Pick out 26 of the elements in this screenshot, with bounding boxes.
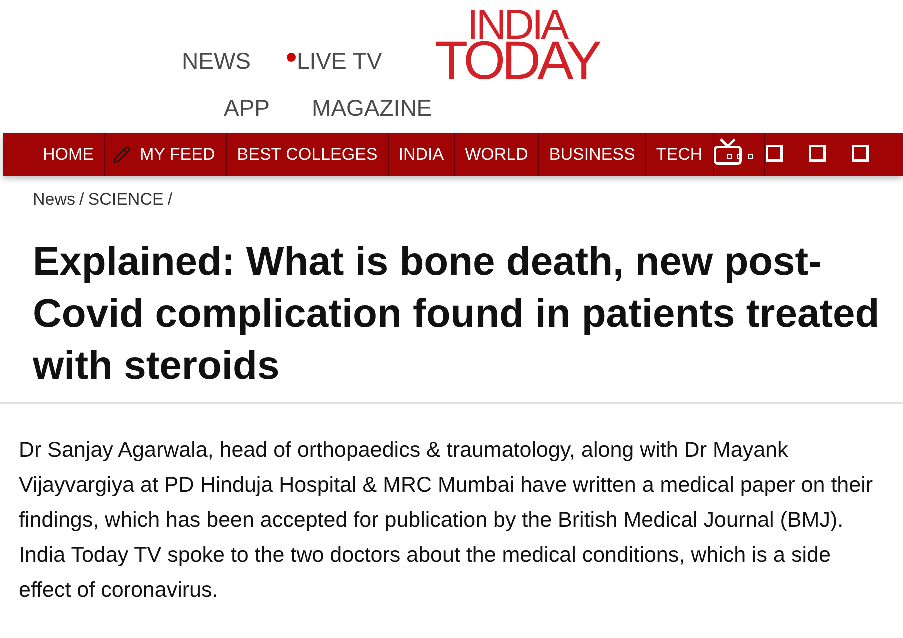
pencil-icon [113,146,131,164]
square-icon[interactable] [766,144,783,162]
nav-link[interactable]: INDIA [388,133,456,176]
nav-link[interactable]: BUSINESS [539,133,646,176]
top-nav-link[interactable]: LIVE TV [297,47,382,75]
square-icon[interactable] [808,144,826,162]
nav-link[interactable]: MY FEED [105,133,228,176]
square-icon [748,154,753,159]
headline: Explained: What is bone death, new post-Covid complication found in patients treated with steroids [0,236,903,404]
nav-link[interactable]: HOME [33,133,105,176]
breadcrumb-separator: / [168,190,173,210]
breadcrumb-link[interactable]: SCIENCE [88,190,164,210]
top-nav-link[interactable]: NEWS [182,47,251,75]
top-nav-link[interactable]: MAGAZINE [312,94,432,122]
lead-paragraph: Dr Sanjay Agarwala, head of orthopaedics & traumatology, along with Dr Mayank Vijayvargiya at PD Hinduja Hospital & MRC Mumbai have written a medical paper on their findings, which has been accepted for publication by the British Medical Journal (BMJ). India Today TV spoke to the two doctors about the medical conditions, which is a side effect of coronavirus. [18,437,874,604]
nav-link[interactable]: WORLD [455,133,540,176]
square-icon[interactable] [852,144,869,162]
nav-link[interactable]: BEST COLLEGES [227,133,389,176]
logo[interactable]: INDIA TODAY [435,0,599,82]
square-icon [726,154,732,159]
breadcrumb-separator: / [80,190,84,210]
square-icon [737,154,742,159]
breadcrumb-link[interactable]: News [33,190,76,210]
nav-link[interactable]: TECH [646,133,714,176]
tv-icon[interactable] [714,138,742,165]
top-nav-link[interactable]: APP [224,94,270,122]
